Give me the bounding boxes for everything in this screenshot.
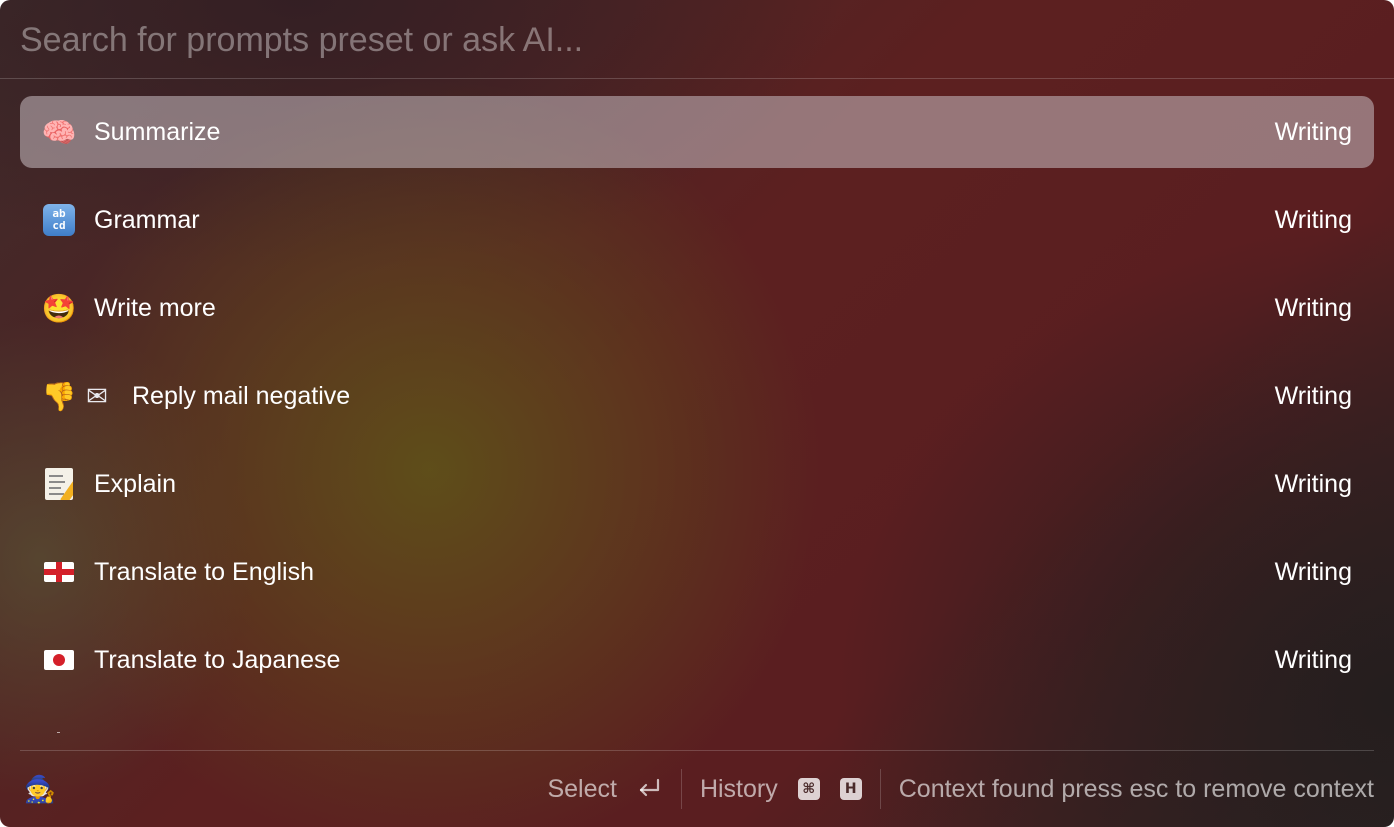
- brain-icon: 🧠: [41, 116, 77, 148]
- prompt-label: Summarize: [94, 117, 221, 146]
- context-status: Context found press esc to remove contex…: [899, 775, 1374, 804]
- prompt-label: Translate to English: [94, 557, 315, 586]
- return-key-icon: [639, 778, 660, 797]
- envelope-icon: ✉: [86, 380, 108, 411]
- prompt-item-write-more[interactable]: 🤩 Write more Writing: [20, 272, 1374, 344]
- history-label: History: [699, 774, 778, 803]
- command-key-icon: ⌘: [797, 778, 820, 800]
- footer-divider: [879, 769, 881, 809]
- prompt-item-translate-english[interactable]: Translate to English Writing: [20, 536, 1374, 608]
- footer-divider: [680, 769, 682, 809]
- star-struck-icon: 🤩: [41, 292, 77, 324]
- prompt-item-summarize[interactable]: 🧠 Summarize Writing: [20, 96, 1374, 168]
- prompt-category: Writing: [1274, 205, 1352, 234]
- prompt-launcher-window: 🧠 Summarize Writing abcd Grammar Writing…: [0, 0, 1394, 827]
- prompt-list: 🧠 Summarize Writing ab cd Grammar Writing…: [20, 96, 1374, 736]
- prompt-item-explain[interactable]: Explain Writing: [20, 448, 1374, 520]
- prompt-category: Writing: [1274, 557, 1352, 586]
- history-action[interactable]: History ⌘ H: [700, 775, 862, 804]
- context-text: Context found press esc to remove contex…: [898, 774, 1374, 803]
- prompt-item-reply-mail-negative[interactable]: 👎 ✉ Reply mail negative Writing: [20, 360, 1374, 432]
- thumbs-down-icon: 👎: [41, 380, 77, 412]
- japan-flag-icon: [40, 641, 78, 679]
- prompt-category: Writing: [1274, 469, 1352, 498]
- search-input[interactable]: [20, 16, 1360, 64]
- prompt-category: Writing: [1274, 381, 1352, 410]
- h-key: H: [839, 778, 862, 800]
- prompt-label: Write more: [94, 293, 216, 322]
- footer-bar: 🧙 Select History ⌘ H Context found press…: [20, 750, 1374, 827]
- prompt-category: Writing: [1274, 293, 1352, 322]
- footer-actions: Select History ⌘ H Context found press e…: [547, 751, 1374, 827]
- memo-icon: [40, 465, 78, 503]
- england-flag-icon: [40, 553, 78, 591]
- mage-icon[interactable]: 🧙: [24, 773, 56, 805]
- abcd-icon: ab cd: [40, 201, 78, 239]
- prompt-label: Explain: [94, 469, 176, 498]
- prompt-label: Reply mail negative: [132, 381, 351, 410]
- prompt-category: Writing: [1274, 117, 1352, 146]
- select-label: Select: [547, 774, 617, 803]
- prompt-item-translate-japanese[interactable]: Translate to Japanese Writing: [20, 624, 1374, 696]
- prompt-label: Grammar: [94, 205, 200, 234]
- search-bar: [0, 0, 1394, 79]
- scroll-indicator: [57, 732, 60, 733]
- prompt-label: Translate to Japanese: [94, 645, 341, 674]
- prompt-item-grammar[interactable]: ab cd Grammar Writing: [20, 184, 1374, 256]
- select-action[interactable]: Select: [547, 775, 662, 804]
- prompt-category: Writing: [1274, 645, 1352, 674]
